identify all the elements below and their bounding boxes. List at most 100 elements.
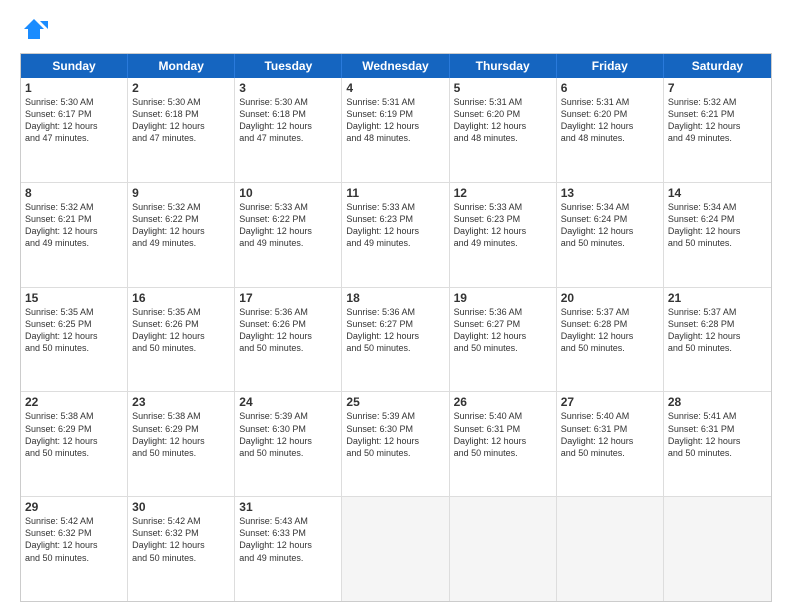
calendar-header-tuesday: Tuesday: [235, 54, 342, 78]
header: [20, 15, 772, 43]
day-number: 10: [239, 186, 337, 200]
calendar-empty-cell: [342, 497, 449, 601]
day-number: 11: [346, 186, 444, 200]
calendar-day-23: 23Sunrise: 5:38 AM Sunset: 6:29 PM Dayli…: [128, 392, 235, 496]
day-number: 6: [561, 81, 659, 95]
day-info: Sunrise: 5:39 AM Sunset: 6:30 PM Dayligh…: [346, 410, 444, 459]
logo-icon: [20, 15, 48, 43]
day-number: 12: [454, 186, 552, 200]
day-info: Sunrise: 5:34 AM Sunset: 6:24 PM Dayligh…: [561, 201, 659, 250]
calendar-week-3: 15Sunrise: 5:35 AM Sunset: 6:25 PM Dayli…: [21, 288, 771, 393]
day-info: Sunrise: 5:37 AM Sunset: 6:28 PM Dayligh…: [561, 306, 659, 355]
day-info: Sunrise: 5:35 AM Sunset: 6:26 PM Dayligh…: [132, 306, 230, 355]
day-number: 21: [668, 291, 767, 305]
day-info: Sunrise: 5:42 AM Sunset: 6:32 PM Dayligh…: [25, 515, 123, 564]
calendar-day-20: 20Sunrise: 5:37 AM Sunset: 6:28 PM Dayli…: [557, 288, 664, 392]
day-info: Sunrise: 5:39 AM Sunset: 6:30 PM Dayligh…: [239, 410, 337, 459]
calendar-day-19: 19Sunrise: 5:36 AM Sunset: 6:27 PM Dayli…: [450, 288, 557, 392]
calendar-day-3: 3Sunrise: 5:30 AM Sunset: 6:18 PM Daylig…: [235, 78, 342, 182]
calendar-empty-cell: [450, 497, 557, 601]
calendar-day-27: 27Sunrise: 5:40 AM Sunset: 6:31 PM Dayli…: [557, 392, 664, 496]
day-number: 15: [25, 291, 123, 305]
calendar-day-7: 7Sunrise: 5:32 AM Sunset: 6:21 PM Daylig…: [664, 78, 771, 182]
calendar-day-11: 11Sunrise: 5:33 AM Sunset: 6:23 PM Dayli…: [342, 183, 449, 287]
day-number: 3: [239, 81, 337, 95]
day-info: Sunrise: 5:30 AM Sunset: 6:18 PM Dayligh…: [239, 96, 337, 145]
calendar-header-sunday: Sunday: [21, 54, 128, 78]
calendar-day-5: 5Sunrise: 5:31 AM Sunset: 6:20 PM Daylig…: [450, 78, 557, 182]
day-info: Sunrise: 5:40 AM Sunset: 6:31 PM Dayligh…: [454, 410, 552, 459]
calendar-body: 1Sunrise: 5:30 AM Sunset: 6:17 PM Daylig…: [21, 78, 771, 601]
day-info: Sunrise: 5:43 AM Sunset: 6:33 PM Dayligh…: [239, 515, 337, 564]
calendar-week-2: 8Sunrise: 5:32 AM Sunset: 6:21 PM Daylig…: [21, 183, 771, 288]
day-number: 2: [132, 81, 230, 95]
day-info: Sunrise: 5:37 AM Sunset: 6:28 PM Dayligh…: [668, 306, 767, 355]
calendar-day-30: 30Sunrise: 5:42 AM Sunset: 6:32 PM Dayli…: [128, 497, 235, 601]
calendar-day-14: 14Sunrise: 5:34 AM Sunset: 6:24 PM Dayli…: [664, 183, 771, 287]
day-info: Sunrise: 5:38 AM Sunset: 6:29 PM Dayligh…: [25, 410, 123, 459]
calendar-day-4: 4Sunrise: 5:31 AM Sunset: 6:19 PM Daylig…: [342, 78, 449, 182]
calendar-week-5: 29Sunrise: 5:42 AM Sunset: 6:32 PM Dayli…: [21, 497, 771, 601]
day-info: Sunrise: 5:32 AM Sunset: 6:22 PM Dayligh…: [132, 201, 230, 250]
day-number: 28: [668, 395, 767, 409]
day-info: Sunrise: 5:31 AM Sunset: 6:19 PM Dayligh…: [346, 96, 444, 145]
day-number: 14: [668, 186, 767, 200]
calendar-header-monday: Monday: [128, 54, 235, 78]
day-number: 17: [239, 291, 337, 305]
calendar: SundayMondayTuesdayWednesdayThursdayFrid…: [20, 53, 772, 602]
calendar-day-21: 21Sunrise: 5:37 AM Sunset: 6:28 PM Dayli…: [664, 288, 771, 392]
day-number: 7: [668, 81, 767, 95]
day-info: Sunrise: 5:34 AM Sunset: 6:24 PM Dayligh…: [668, 201, 767, 250]
day-info: Sunrise: 5:30 AM Sunset: 6:18 PM Dayligh…: [132, 96, 230, 145]
day-number: 9: [132, 186, 230, 200]
calendar-day-17: 17Sunrise: 5:36 AM Sunset: 6:26 PM Dayli…: [235, 288, 342, 392]
calendar-header-saturday: Saturday: [664, 54, 771, 78]
day-number: 4: [346, 81, 444, 95]
day-number: 5: [454, 81, 552, 95]
day-number: 8: [25, 186, 123, 200]
calendar-empty-cell: [664, 497, 771, 601]
day-number: 22: [25, 395, 123, 409]
day-number: 27: [561, 395, 659, 409]
calendar-day-26: 26Sunrise: 5:40 AM Sunset: 6:31 PM Dayli…: [450, 392, 557, 496]
day-number: 24: [239, 395, 337, 409]
day-info: Sunrise: 5:32 AM Sunset: 6:21 PM Dayligh…: [25, 201, 123, 250]
day-number: 16: [132, 291, 230, 305]
calendar-day-1: 1Sunrise: 5:30 AM Sunset: 6:17 PM Daylig…: [21, 78, 128, 182]
calendar-day-16: 16Sunrise: 5:35 AM Sunset: 6:26 PM Dayli…: [128, 288, 235, 392]
calendar-header-row: SundayMondayTuesdayWednesdayThursdayFrid…: [21, 54, 771, 78]
day-info: Sunrise: 5:30 AM Sunset: 6:17 PM Dayligh…: [25, 96, 123, 145]
day-info: Sunrise: 5:31 AM Sunset: 6:20 PM Dayligh…: [454, 96, 552, 145]
day-info: Sunrise: 5:33 AM Sunset: 6:23 PM Dayligh…: [346, 201, 444, 250]
calendar-day-22: 22Sunrise: 5:38 AM Sunset: 6:29 PM Dayli…: [21, 392, 128, 496]
day-info: Sunrise: 5:36 AM Sunset: 6:26 PM Dayligh…: [239, 306, 337, 355]
calendar-week-4: 22Sunrise: 5:38 AM Sunset: 6:29 PM Dayli…: [21, 392, 771, 497]
day-info: Sunrise: 5:31 AM Sunset: 6:20 PM Dayligh…: [561, 96, 659, 145]
day-number: 23: [132, 395, 230, 409]
day-number: 29: [25, 500, 123, 514]
logo: [20, 15, 50, 43]
day-info: Sunrise: 5:41 AM Sunset: 6:31 PM Dayligh…: [668, 410, 767, 459]
day-number: 18: [346, 291, 444, 305]
calendar-day-25: 25Sunrise: 5:39 AM Sunset: 6:30 PM Dayli…: [342, 392, 449, 496]
calendar-week-1: 1Sunrise: 5:30 AM Sunset: 6:17 PM Daylig…: [21, 78, 771, 183]
day-number: 31: [239, 500, 337, 514]
calendar-day-28: 28Sunrise: 5:41 AM Sunset: 6:31 PM Dayli…: [664, 392, 771, 496]
day-number: 26: [454, 395, 552, 409]
calendar-day-29: 29Sunrise: 5:42 AM Sunset: 6:32 PM Dayli…: [21, 497, 128, 601]
day-info: Sunrise: 5:42 AM Sunset: 6:32 PM Dayligh…: [132, 515, 230, 564]
day-number: 30: [132, 500, 230, 514]
calendar-day-31: 31Sunrise: 5:43 AM Sunset: 6:33 PM Dayli…: [235, 497, 342, 601]
day-info: Sunrise: 5:32 AM Sunset: 6:21 PM Dayligh…: [668, 96, 767, 145]
day-info: Sunrise: 5:33 AM Sunset: 6:22 PM Dayligh…: [239, 201, 337, 250]
calendar-day-10: 10Sunrise: 5:33 AM Sunset: 6:22 PM Dayli…: [235, 183, 342, 287]
day-number: 20: [561, 291, 659, 305]
day-number: 13: [561, 186, 659, 200]
calendar-header-thursday: Thursday: [450, 54, 557, 78]
day-number: 19: [454, 291, 552, 305]
day-number: 25: [346, 395, 444, 409]
day-info: Sunrise: 5:38 AM Sunset: 6:29 PM Dayligh…: [132, 410, 230, 459]
calendar-day-15: 15Sunrise: 5:35 AM Sunset: 6:25 PM Dayli…: [21, 288, 128, 392]
calendar-day-12: 12Sunrise: 5:33 AM Sunset: 6:23 PM Dayli…: [450, 183, 557, 287]
calendar-day-9: 9Sunrise: 5:32 AM Sunset: 6:22 PM Daylig…: [128, 183, 235, 287]
